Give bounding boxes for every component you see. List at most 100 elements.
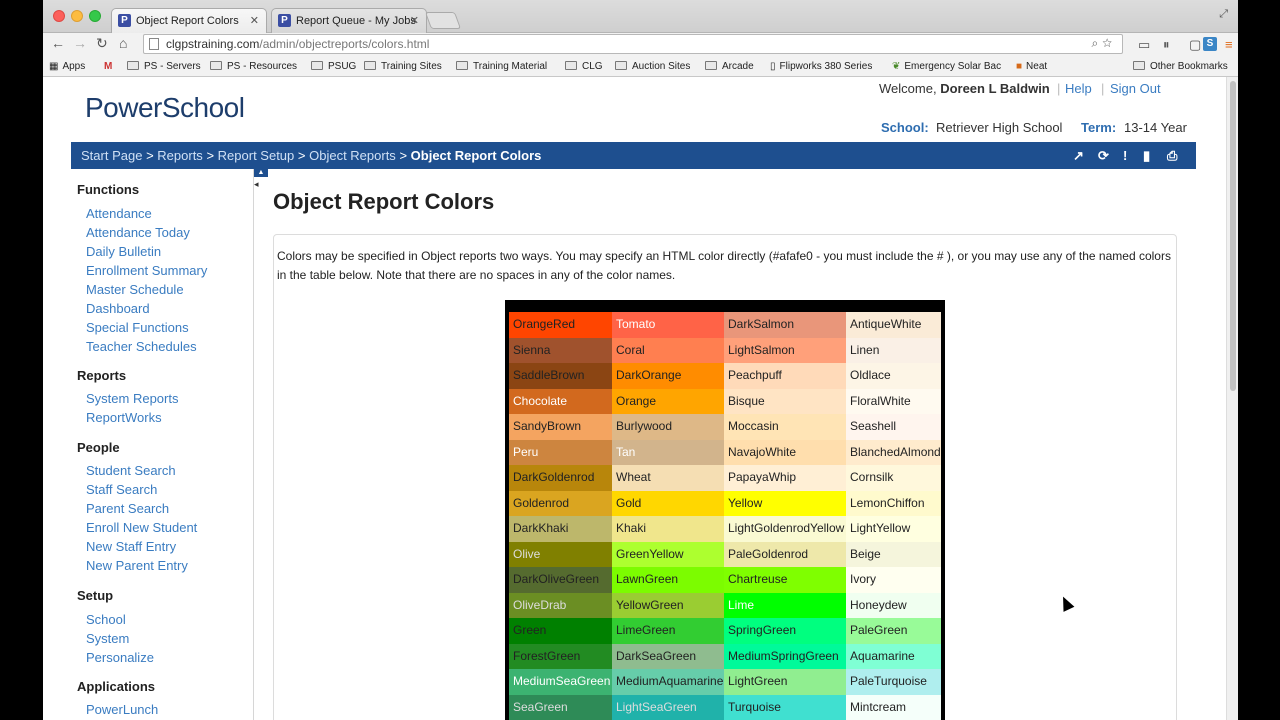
sidebar-item-student-search[interactable]: Student Search [86, 463, 176, 478]
sign-out-link[interactable]: Sign Out [1110, 81, 1161, 96]
sidebar-item-teacher-schedules[interactable]: Teacher Schedules [86, 339, 197, 354]
refresh-icon[interactable]: ⟳ [1098, 148, 1109, 164]
sidebar-item-enroll-new-student[interactable]: Enroll New Student [86, 520, 197, 535]
color-swatch-cell: YellowGreen [612, 592, 724, 618]
document-icon[interactable]: ▮ [1143, 148, 1150, 164]
extension-icon[interactable]: ▢ [1189, 37, 1201, 53]
color-swatch-cell: MediumSeaGreen [509, 669, 612, 695]
bookmark-training-material[interactable]: Training Material [456, 61, 547, 72]
pause-icon[interactable]: ⏸ [1163, 37, 1170, 53]
color-swatch-cell: MediumSpringGreen [724, 643, 846, 669]
collapse-left-icon[interactable]: ◂ [254, 179, 261, 189]
sidebar-collapse-toggle[interactable]: ▲ ◂ [254, 169, 268, 191]
forward-icon[interactable]: → [73, 35, 87, 51]
back-icon[interactable]: ← [51, 35, 65, 51]
sidebar-item-powerlunch[interactable]: PowerLunch [86, 702, 158, 717]
color-swatch-cell: Turquoise [724, 694, 846, 720]
bookmark-arcade[interactable]: Arcade [705, 61, 754, 72]
bookmark-flipworks[interactable]: ▯ Flipworks 380 Series [770, 61, 872, 72]
gmail-icon[interactable]: M [104, 61, 112, 72]
minimize-window-button[interactable] [71, 10, 83, 22]
new-tab-button[interactable] [424, 12, 462, 29]
bookmark-other[interactable]: Other Bookmarks [1133, 61, 1228, 72]
color-swatch-cell: DarkGoldenrod [509, 465, 612, 491]
color-swatch-cell: LawnGreen [612, 567, 724, 593]
sidebar-item-reportworks[interactable]: ReportWorks [86, 410, 162, 425]
breadcrumb-start-page[interactable]: Start Page [81, 148, 142, 163]
scrollbar-thumb[interactable] [1230, 81, 1236, 391]
address-bar[interactable]: clgpstraining.com/admin/objectreports/co… [143, 34, 1123, 54]
bookmark-auction-sites[interactable]: Auction Sites [615, 61, 690, 72]
leaf-icon: ❦ [892, 61, 901, 72]
sidebar-item-dashboard[interactable]: Dashboard [86, 301, 150, 316]
color-swatch-cell: Goldenrod [509, 490, 612, 516]
chrome-menu-icon[interactable]: ≡ [1225, 37, 1233, 52]
cast-icon[interactable]: ▭ [1138, 37, 1150, 53]
help-link[interactable]: Help [1065, 81, 1092, 96]
color-swatch-cell: Tomato [612, 312, 724, 338]
vertical-scrollbar[interactable] [1226, 77, 1238, 720]
breadcrumb-reports[interactable]: Reports [157, 148, 203, 163]
alert-icon[interactable]: ! [1123, 148, 1127, 163]
tab-report-queue[interactable]: P Report Queue - My Jobs ✕ [271, 8, 427, 34]
school-value[interactable]: Retriever High School [936, 120, 1062, 135]
color-swatch-cell: Oldlace [846, 363, 941, 389]
sidebar-heading-reports: Reports [77, 368, 127, 383]
bookmark-apps[interactable]: ▦ Apps [49, 61, 85, 72]
sidebar-item-personalize[interactable]: Personalize [86, 650, 154, 665]
url-host: clgpstraining.com [166, 37, 260, 51]
table-row: SandyBrown Burlywood Moccasin Seashell [509, 414, 941, 440]
external-link-icon[interactable]: ↗ [1073, 148, 1084, 164]
color-swatch-cell: Chocolate [509, 388, 612, 414]
close-window-button[interactable] [53, 10, 65, 22]
close-tab-icon[interactable]: ✕ [250, 14, 259, 27]
sidebar-item-enrollment-summary[interactable]: Enrollment Summary [86, 263, 207, 278]
sidebar-heading-setup: Setup [77, 588, 114, 603]
sidebar-item-system[interactable]: System [86, 631, 129, 646]
bookmark-training-sites[interactable]: Training Sites [364, 61, 442, 72]
bookmark-emergency-solar[interactable]: ❦ Emergency Solar Bac [892, 61, 1001, 72]
bookmark-neat[interactable]: ■ Neat [1016, 61, 1047, 72]
tab-strip: P Object Report Colors ✕ P Report Queue … [43, 0, 1238, 34]
reload-icon[interactable]: ↻ [96, 35, 108, 52]
sidebar-item-staff-search[interactable]: Staff Search [86, 482, 157, 497]
sidebar-item-system-reports[interactable]: System Reports [86, 391, 178, 406]
separator: | [1101, 81, 1105, 96]
bookmark-psug[interactable]: PSUG [311, 61, 356, 72]
bookmark-ps-resources[interactable]: PS - Resources [210, 61, 297, 72]
tab-object-report-colors[interactable]: P Object Report Colors ✕ [111, 8, 267, 34]
color-swatch-cell: DarkOliveGreen [509, 567, 612, 593]
sidebar-item-special-functions[interactable]: Special Functions [86, 320, 189, 335]
zoom-window-button[interactable] [89, 10, 101, 22]
breadcrumb-report-setup[interactable]: Report Setup [218, 148, 295, 163]
term-value[interactable]: 13-14 Year [1124, 120, 1187, 135]
sidebar-item-new-parent-entry[interactable]: New Parent Entry [86, 558, 188, 573]
home-icon[interactable]: ⌂ [119, 35, 127, 51]
sidebar-item-school[interactable]: School [86, 612, 126, 627]
color-swatch-cell: LemonChiffon [846, 490, 941, 516]
color-swatch-cell: Bisque [724, 388, 846, 414]
close-tab-icon[interactable]: ✕ [410, 14, 419, 27]
fullscreen-icon[interactable]: ⤢ [1219, 8, 1228, 21]
url-path: /admin/objectreports/colors.html [259, 37, 430, 51]
sidebar-item-attendance-today[interactable]: Attendance Today [86, 225, 190, 240]
print-icon[interactable]: ⎙ [1167, 148, 1177, 164]
sidebar-item-master-schedule[interactable]: Master Schedule [86, 282, 184, 297]
s-extension-icon[interactable]: S [1203, 37, 1217, 51]
table-row: Chocolate Orange Bisque FloralWhite [509, 388, 941, 414]
sidebar-item-new-staff-entry[interactable]: New Staff Entry [86, 539, 176, 554]
color-swatch-cell: Beige [846, 541, 941, 567]
sidebar-item-daily-bulletin[interactable]: Daily Bulletin [86, 244, 161, 259]
bookmark-clg[interactable]: CLG [565, 61, 603, 72]
zoom-and-star-icons[interactable]: ⌕☆ [1091, 36, 1116, 51]
powerschool-logo[interactable]: PowerSchool [85, 92, 245, 124]
folder-icon [456, 61, 468, 70]
folder-icon [565, 61, 577, 70]
folder-icon [1133, 61, 1145, 70]
collapse-up-icon[interactable]: ▲ [254, 169, 268, 177]
bookmark-ps-servers[interactable]: PS - Servers [127, 61, 201, 72]
breadcrumb-object-reports[interactable]: Object Reports [309, 148, 396, 163]
sidebar-item-parent-search[interactable]: Parent Search [86, 501, 169, 516]
sidebar-item-attendance[interactable]: Attendance [86, 206, 152, 221]
color-swatch-cell: PapayaWhip [724, 465, 846, 491]
